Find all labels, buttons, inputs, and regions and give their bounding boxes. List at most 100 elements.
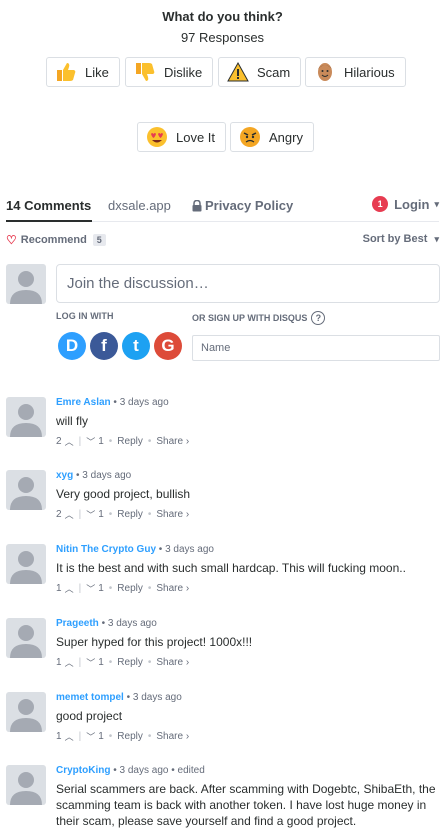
privacy-label: Privacy Policy (205, 198, 294, 213)
recommend-label: Recommend (20, 234, 87, 246)
google-login-icon[interactable]: G (154, 332, 182, 360)
tab-site[interactable]: dxsale.app (108, 198, 171, 213)
downvote-count: 1 (98, 657, 104, 668)
upvote-count: 1 (56, 583, 62, 594)
divider: • (147, 509, 152, 520)
reaction-hilarious-button[interactable]: Hilarious (305, 57, 406, 87)
upvote-icon[interactable]: ︿ (65, 435, 74, 448)
comment-author[interactable]: xyg (56, 470, 73, 481)
avatar[interactable] (6, 470, 46, 510)
reaction-like-button[interactable]: Like (46, 57, 120, 87)
divider: • (108, 583, 113, 594)
name-input[interactable]: Name (192, 335, 440, 361)
divider: • (147, 657, 152, 668)
recommend-count: 5 (92, 234, 106, 246)
default-avatar-icon (10, 772, 42, 805)
downvote-icon[interactable]: ﹀ (86, 435, 95, 448)
upvote-icon[interactable]: ︿ (65, 582, 74, 595)
comment-time[interactable]: 3 days ago (82, 470, 131, 481)
divider: • (108, 509, 113, 520)
avatar[interactable] (6, 544, 46, 584)
reaction-dislike-button[interactable]: Dislike (125, 57, 214, 87)
comment-text: Very good project, bullish (56, 487, 191, 501)
default-avatar-icon (10, 551, 42, 584)
comment-author[interactable]: memet tompel (56, 692, 124, 703)
reaction-label: Angry (269, 129, 303, 145)
reaction-love-it-button[interactable]: Love It (137, 122, 227, 152)
comment-edited: edited (177, 765, 205, 776)
comment-time[interactable]: 3 days ago (165, 544, 214, 555)
chevron-down-icon: ▾ (434, 198, 439, 209)
divider: | (78, 657, 82, 668)
avatar (6, 264, 46, 304)
reply-button[interactable]: Reply (117, 583, 143, 594)
share-button[interactable]: Share › (156, 583, 189, 594)
help-icon[interactable]: ? (311, 311, 326, 325)
heart-icon: ♡ (6, 233, 17, 247)
comment-meta: memet tompel • 3 days ago (56, 692, 182, 703)
upvote-icon[interactable]: ︿ (65, 508, 74, 521)
downvote-count: 1 (98, 436, 104, 447)
comment-time[interactable]: 3 days ago (120, 765, 169, 776)
tab-privacy-policy[interactable]: Privacy Policy (192, 198, 293, 213)
share-button[interactable]: Share › (156, 436, 189, 447)
sort-dropdown[interactable]: Sort by Best ▾ (363, 233, 439, 245)
comment-time[interactable]: 3 days ago (133, 692, 182, 703)
reply-button[interactable]: Reply (117, 436, 143, 447)
facebook-login-icon[interactable]: f (90, 332, 118, 360)
comment-author[interactable]: Nitin The Crypto Guy (56, 544, 156, 555)
divider: • (147, 731, 152, 742)
reaction-label: Scam (257, 64, 291, 80)
avatar[interactable] (6, 765, 46, 805)
share-button[interactable]: Share › (156, 509, 189, 520)
warning-emoji-icon (227, 61, 249, 82)
downvote-count: 1 (98, 731, 104, 742)
share-button[interactable]: Share › (156, 657, 189, 668)
comment-time[interactable]: 3 days ago (108, 618, 157, 629)
disqus-login-icon[interactable]: D (58, 332, 86, 360)
reply-button[interactable]: Reply (117, 657, 143, 668)
avatar[interactable] (6, 397, 46, 437)
recommend-button[interactable]: ♡ Recommend 5 (6, 233, 106, 247)
comment-author[interactable]: Prageeth (56, 618, 99, 629)
comment-author[interactable]: Emre Aslan (56, 397, 111, 408)
avatar[interactable] (6, 618, 46, 658)
avatar[interactable] (6, 692, 46, 732)
reaction-label: Like (85, 64, 109, 80)
angry-face-emoji-icon (240, 127, 260, 147)
notification-badge: 1 (372, 196, 389, 212)
downvote-count: 1 (98, 583, 104, 594)
twitter-login-icon[interactable]: t (122, 332, 150, 360)
downvote-icon[interactable]: ﹀ (86, 582, 95, 595)
comment-meta: xyg • 3 days ago (56, 470, 132, 481)
login-button[interactable]: 1 Login ▾ (372, 196, 439, 212)
divider: • (147, 583, 152, 594)
reaction-label: Hilarious (344, 64, 395, 80)
comment-meta: Emre Aslan • 3 days ago (56, 397, 169, 408)
upvote-icon[interactable]: ︿ (65, 656, 74, 669)
reaction-angry-button[interactable]: Angry (230, 122, 314, 152)
comment-meta: Nitin The Crypto Guy • 3 days ago (56, 544, 214, 555)
comment-actions: 1 ︿ | ﹀ 1 • Reply • Share › (56, 730, 189, 743)
downvote-icon[interactable]: ﹀ (86, 508, 95, 521)
join-discussion-input[interactable]: Join the discussion… (56, 264, 440, 303)
tab-comments[interactable]: 14 Comments (6, 198, 91, 213)
downvote-icon[interactable]: ﹀ (86, 730, 95, 743)
log-in-with-label: LOG IN WITH (56, 311, 114, 321)
comment-author[interactable]: CryptoKing (56, 765, 110, 776)
thumbs-down-emoji-icon (136, 63, 155, 81)
reply-button[interactable]: Reply (117, 731, 143, 742)
comment-time[interactable]: 3 days ago (120, 397, 169, 408)
downvote-count: 1 (98, 509, 104, 520)
heart-eyes-emoji-icon (147, 127, 167, 147)
comment-text: Serial scammers are back. After scamming… (56, 782, 436, 828)
reaction-scam-button[interactable]: Scam (218, 57, 302, 87)
reaction-label: Dislike (164, 64, 203, 80)
sort-label: Sort by Best (362, 233, 428, 245)
downvote-icon[interactable]: ﹀ (86, 656, 95, 669)
default-avatar-icon (10, 477, 42, 510)
share-button[interactable]: Share › (156, 731, 189, 742)
reply-button[interactable]: Reply (117, 509, 143, 520)
upvote-icon[interactable]: ︿ (65, 730, 74, 743)
upvote-count: 1 (56, 657, 62, 668)
